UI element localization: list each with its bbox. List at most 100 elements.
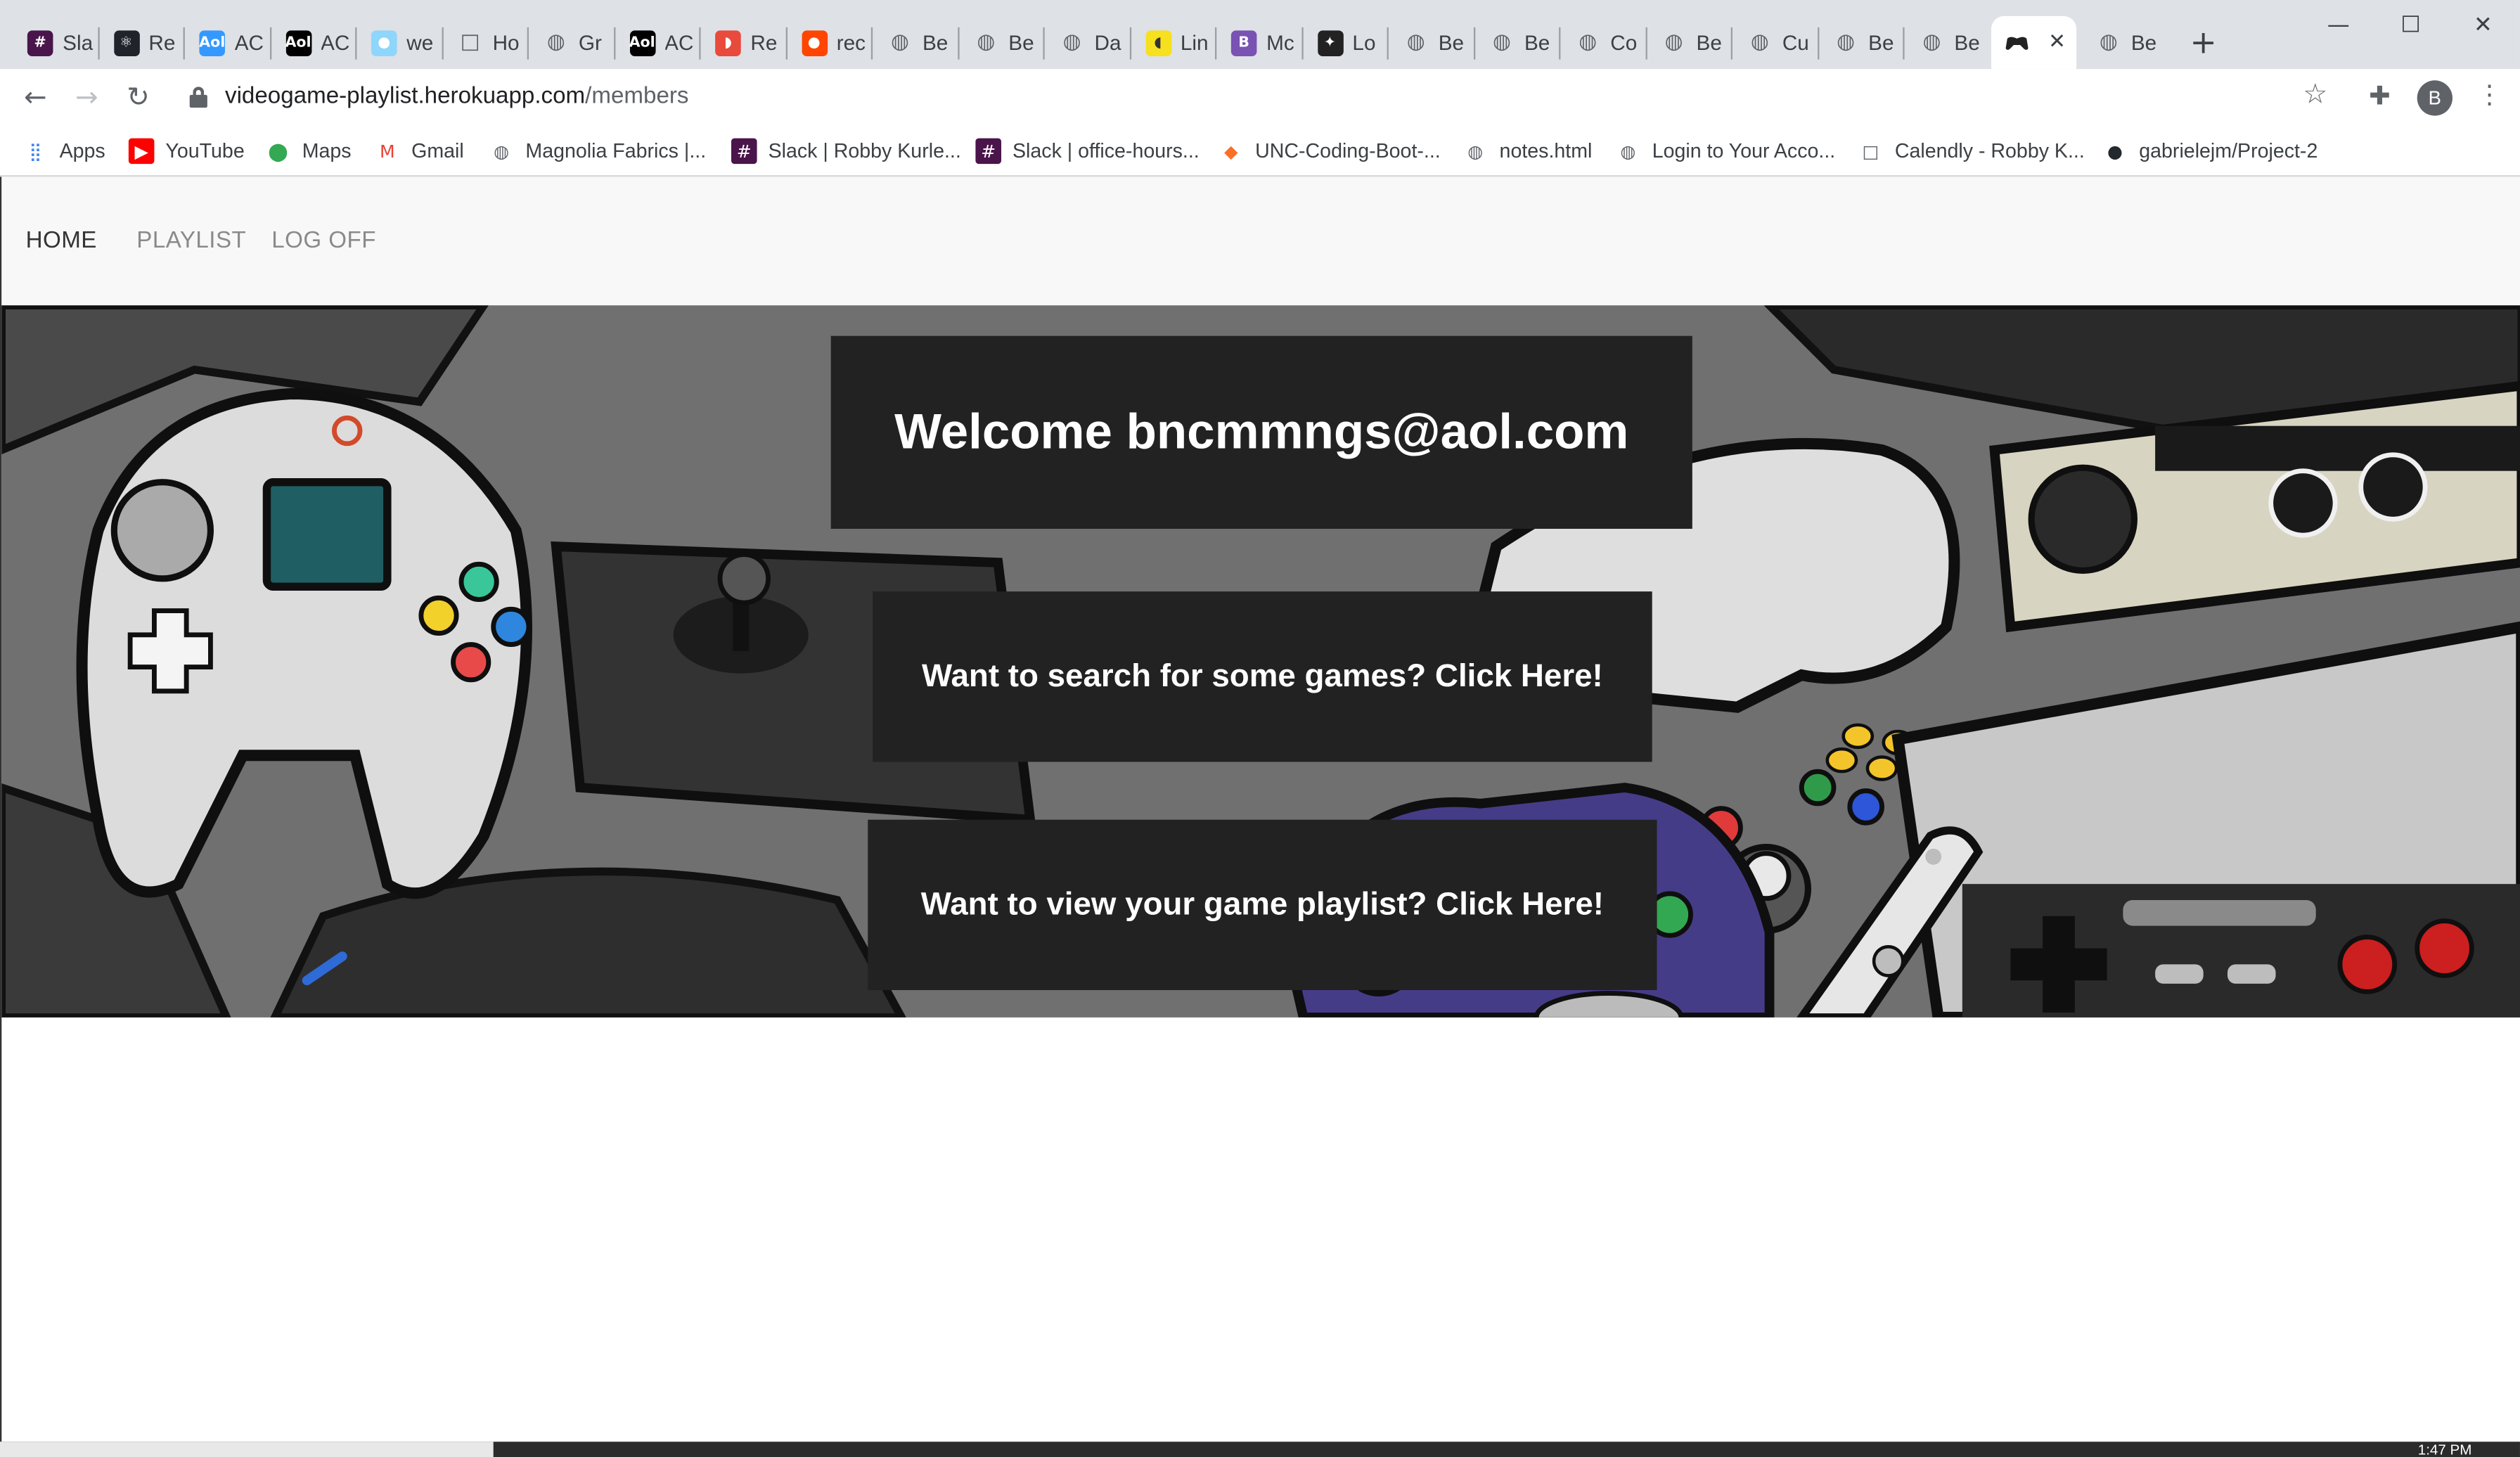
address-bar[interactable]: videogame-playlist.herokuapp.com/members <box>225 84 689 110</box>
nav-playlist[interactable]: PLAYLIST <box>136 229 246 255</box>
globe-icon: ◍ <box>1922 30 1941 55</box>
tab[interactable]: ● rec <box>787 16 872 69</box>
close-tab-icon[interactable]: ✕ <box>2048 30 2066 54</box>
tab-strip: # Sla ⚛ Re Aol AC Aol AC ● we □ Ho ◍ Gr Aol AC ◗ Re ● rec ◍ B… <box>0 0 2520 70</box>
menu-kebab-icon[interactable]: ⋮ <box>2476 79 2502 109</box>
bookmark-label: Magnolia Fabrics |... <box>525 139 707 162</box>
bookmark-item[interactable]: ⣿ Apps <box>22 135 105 167</box>
slack-icon: # <box>731 138 757 165</box>
bookmark-item[interactable]: ● gabrielejm/Project-2 <box>2102 135 2318 167</box>
tab[interactable]: ◗ Re <box>701 16 786 69</box>
tab-title: Be <box>1438 30 1465 55</box>
tab[interactable]: B Mc <box>1216 16 1301 69</box>
tab[interactable]: ◍ Be <box>1905 16 1990 69</box>
lock-icon[interactable] <box>189 86 207 108</box>
slack-icon: # <box>27 30 53 56</box>
globe-icon: ◍ <box>494 140 510 162</box>
profile-avatar[interactable]: B <box>2417 80 2452 116</box>
view-playlist-button[interactable]: Want to view your game playlist? Click H… <box>868 819 1657 990</box>
bookmark-label: Slack | Robby Kurle... <box>768 139 961 162</box>
tab-title: Re <box>750 30 778 55</box>
tab[interactable]: ⚛ Re <box>99 16 184 69</box>
bookmark-item[interactable]: M Gmail <box>375 135 464 167</box>
tab-title: Be <box>1008 30 1034 55</box>
bookmark-label: UNC-Coding-Boot-... <box>1255 139 1441 162</box>
reload-button[interactable]: ↻ <box>119 79 158 117</box>
browser-toolbar: ← → ↻ videogame-playlist.herokuapp.com/m… <box>0 69 2520 127</box>
tab-title: Be <box>1696 30 1722 55</box>
tab-title: AC <box>234 30 264 55</box>
tab-title: Be <box>2130 30 2157 55</box>
tab-title: Gr <box>578 30 602 55</box>
tab-title: Be <box>922 30 949 55</box>
taskbar-clock: 1:47 PM <box>2417 1442 2472 1457</box>
tab[interactable]: □ Ho <box>443 16 528 69</box>
webpack-icon: ● <box>371 30 397 56</box>
tab[interactable]: # Sla <box>13 16 98 69</box>
new-tab-button[interactable]: + <box>2187 23 2220 61</box>
maximize-icon[interactable]: ☐ <box>2386 6 2435 45</box>
tab[interactable]: ● we <box>356 16 442 69</box>
aol-icon: Aol <box>629 30 655 56</box>
tab[interactable]: ◍ Da <box>1045 16 1130 69</box>
tab[interactable]: ◍ Cu <box>1732 16 1818 69</box>
bookmark-label: Gmail <box>411 139 464 162</box>
tab[interactable]: ◍ Be <box>958 16 1043 69</box>
tab-title: rec <box>836 30 866 55</box>
generic-page-icon: □ <box>460 30 480 55</box>
globe-icon: ◍ <box>1406 30 1425 55</box>
tab[interactable]: ◍ Be <box>1818 16 1903 69</box>
tab[interactable]: Aol AC <box>185 16 270 69</box>
globe-icon: ◍ <box>1493 30 1511 55</box>
react-icon: ⚛ <box>113 30 139 56</box>
tab[interactable]: ◍ Be <box>1474 16 1560 69</box>
tab[interactable]: ◍ Be <box>2081 16 2166 69</box>
tab[interactable]: Aol AC <box>615 16 700 69</box>
minimize-icon[interactable]: — <box>2314 6 2362 45</box>
apps-grid-icon: ⣿ <box>29 140 42 162</box>
close-window-icon[interactable]: ✕ <box>2459 6 2507 45</box>
globe-icon: ◍ <box>1579 30 1598 55</box>
welcome-banner: Welcome bncmmngs@aol.com <box>830 335 1692 529</box>
bookmark-label: Slack | office-hours... <box>1012 139 1200 162</box>
taskbar-search-area[interactable] <box>0 1442 494 1457</box>
globe-icon: ◍ <box>1664 30 1683 55</box>
bookmark-label: Apps <box>59 139 105 162</box>
globe-icon: ◍ <box>1620 140 1636 162</box>
nav-home[interactable]: HOME <box>26 229 97 255</box>
bookmark-item[interactable]: # Slack | office-hours... <box>975 135 1200 167</box>
nav-log-off[interactable]: LOG OFF <box>271 229 376 255</box>
tab[interactable]: ◍ Gr <box>529 16 614 69</box>
bookmark-item[interactable]: □ Calendly - Robby K... <box>1858 135 2085 167</box>
tab[interactable]: ◍ Be <box>1389 16 1474 69</box>
bookmark-item[interactable]: ▶ YouTube <box>128 135 245 167</box>
tab-title: Be <box>1954 30 1980 55</box>
back-button[interactable]: ← <box>16 79 55 117</box>
tab[interactable]: ◍ Be <box>873 16 958 69</box>
tab[interactable]: ◍ Be <box>1647 16 1732 69</box>
bookmark-item[interactable]: ⬤ Maps <box>265 135 351 167</box>
tab-active[interactable]: ✕ <box>1990 15 2076 70</box>
bookmark-item[interactable]: ◍ Login to Your Acco... <box>1615 135 1835 167</box>
tab-title: Sla <box>63 30 94 55</box>
tab-title: Be <box>1868 30 1894 55</box>
extensions-puzzle-icon[interactable]: ✚ <box>2369 80 2391 110</box>
bookmark-label: Calendly - Robby K... <box>1894 139 2085 162</box>
globe-icon: ◍ <box>1837 30 1856 55</box>
bookmark-item[interactable]: ◆ UNC-Coding-Boot-... <box>1219 135 1441 167</box>
bookmark-label: Maps <box>302 139 352 162</box>
bookmark-item[interactable]: # Slack | Robby Kurle... <box>731 135 961 167</box>
tab[interactable]: Aol AC <box>271 16 356 69</box>
bookmark-item[interactable]: ◍ notes.html <box>1462 135 1592 167</box>
search-games-button[interactable]: Want to search for some games? Click Her… <box>873 591 1652 762</box>
forward-button[interactable]: → <box>68 79 106 117</box>
bookmark-item[interactable]: ◍ Magnolia Fabrics |... <box>489 135 706 167</box>
tab-title: Cu <box>1782 30 1809 55</box>
tab[interactable]: ✦ Lo <box>1303 16 1388 69</box>
bootstrap-icon: B <box>1230 30 1257 56</box>
tab-title: Lin <box>1180 30 1209 55</box>
tab[interactable]: ◍ Co <box>1560 16 1645 69</box>
bookmark-star-icon[interactable]: ☆ <box>2303 79 2327 111</box>
bookmark-label: notes.html <box>1499 139 1593 162</box>
tab[interactable]: ◖ Lin <box>1131 16 1216 69</box>
